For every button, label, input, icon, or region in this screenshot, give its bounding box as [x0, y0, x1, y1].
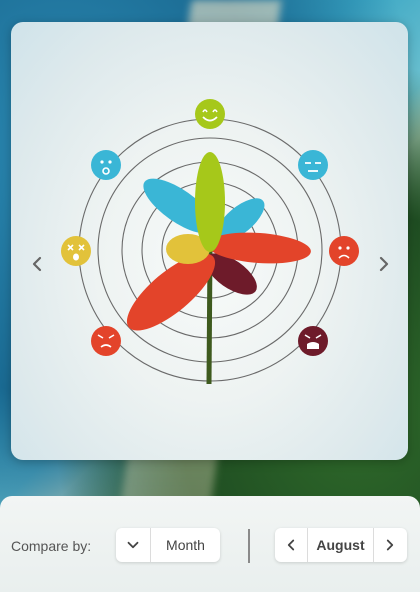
dizzy-icon [61, 236, 91, 266]
compare-by-dropdown[interactable]: Month [116, 528, 220, 562]
compare-panel: Compare by: Month August [0, 496, 420, 592]
compare-by-label: Compare by: [11, 538, 92, 554]
month-navigator[interactable]: August [275, 528, 407, 562]
separator [248, 529, 250, 563]
surprised-icon [91, 150, 121, 180]
chevron-right-icon[interactable] [374, 528, 406, 562]
unamused-icon [298, 150, 328, 180]
furious-icon [298, 326, 328, 356]
mood-chart-card [11, 22, 408, 460]
petal-very-happy [195, 152, 225, 252]
smile-icon [195, 99, 225, 129]
month-value: August [316, 537, 365, 553]
crying-icon [329, 236, 359, 266]
angry-icon [91, 326, 121, 356]
chevron-down-icon[interactable] [116, 528, 150, 562]
chevron-left-icon[interactable] [275, 528, 307, 562]
mood-petal-chart [61, 99, 359, 385]
compare-value[interactable]: Month [151, 528, 220, 562]
